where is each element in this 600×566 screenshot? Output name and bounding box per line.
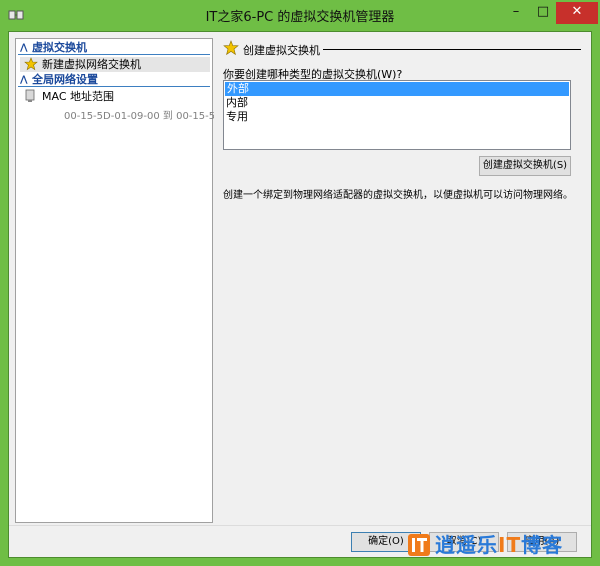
panel-header: 创建虚拟交换机 bbox=[223, 40, 583, 58]
maximize-button[interactable]: □ bbox=[530, 2, 556, 24]
new-switch-star-icon bbox=[24, 57, 38, 71]
tree-item-new-switch[interactable]: 新建虚拟网络交换机 bbox=[20, 57, 210, 72]
create-switch-panel: 创建虚拟交换机 你要创建哪种类型的虚拟交换机(W)? 外部 内部 专用 创建虚拟… bbox=[219, 38, 587, 523]
navigation-tree[interactable]: ⋀ 虚拟交换机 新建虚拟网络交换机 ⋀ 全局网络设置 MAC 地址范围 00-1… bbox=[15, 38, 214, 523]
site-watermark: 逍遥乐IT博客 bbox=[407, 532, 591, 558]
app-window: IT之家6-PC 的虚拟交换机管理器 – □ ✕ ⋀ 虚拟交换机 新建虚拟网络交… bbox=[0, 0, 600, 566]
tree-item-label: 新建虚拟网络交换机 bbox=[42, 58, 141, 71]
create-virtual-switch-button[interactable]: 创建虚拟交换机(S) bbox=[479, 156, 571, 176]
watermark-text-tail: 博客 bbox=[521, 533, 564, 557]
watermark-logo-icon bbox=[408, 534, 430, 556]
switch-type-option-external[interactable]: 外部 bbox=[225, 82, 569, 96]
dialog-client-area: ⋀ 虚拟交换机 新建虚拟网络交换机 ⋀ 全局网络设置 MAC 地址范围 00-1… bbox=[8, 31, 592, 558]
switch-type-option-private[interactable]: 专用 bbox=[224, 110, 570, 124]
switch-type-listbox[interactable]: 外部 内部 专用 bbox=[223, 80, 571, 150]
collapse-chevron-icon[interactable]: ⋀ bbox=[20, 73, 30, 87]
tree-section-global-network[interactable]: ⋀ 全局网络设置 bbox=[18, 73, 210, 87]
tree-section-label: 全局网络设置 bbox=[32, 73, 98, 86]
panel-title-divider bbox=[323, 49, 581, 50]
switch-type-description: 创建一个绑定到物理网络适配器的虚拟交换机，以便虚拟机可以访问物理网络。 bbox=[223, 190, 573, 201]
close-button[interactable]: ✕ bbox=[556, 2, 598, 24]
watermark-text: 逍遥乐IT博客 bbox=[435, 532, 563, 558]
watermark-text-main: 逍遥乐 bbox=[435, 533, 498, 557]
tree-section-label: 虚拟交换机 bbox=[32, 41, 87, 54]
minimize-button[interactable]: – bbox=[502, 2, 530, 24]
network-card-icon bbox=[25, 89, 35, 102]
new-switch-star-icon bbox=[223, 40, 239, 56]
panel-title: 创建虚拟交换机 bbox=[243, 44, 320, 57]
mac-range-value: 00-15-5D-01-09-00 到 00-15-5D-0... bbox=[64, 111, 214, 122]
tree-item-label: MAC 地址范围 bbox=[42, 90, 114, 103]
title-bar[interactable]: IT之家6-PC 的虚拟交换机管理器 – □ ✕ bbox=[0, 0, 600, 30]
tree-section-virtual-switches[interactable]: ⋀ 虚拟交换机 bbox=[18, 41, 210, 55]
watermark-text-accent: IT bbox=[498, 533, 522, 557]
collapse-chevron-icon[interactable]: ⋀ bbox=[20, 41, 30, 55]
switch-type-option-internal[interactable]: 内部 bbox=[224, 96, 570, 110]
